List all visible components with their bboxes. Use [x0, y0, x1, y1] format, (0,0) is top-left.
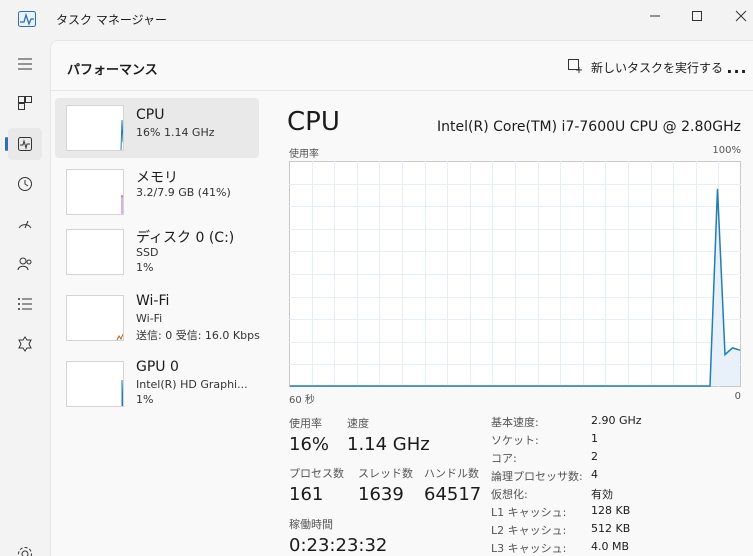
usage-value: 16%	[289, 434, 330, 455]
spec-key: L3 キャッシュ:	[491, 542, 567, 555]
minimize-button[interactable]	[632, 0, 678, 32]
startup-icon[interactable]	[8, 208, 42, 240]
device-name: メモリ	[136, 170, 178, 186]
main-panel: パフォーマンス 新しいタスクを実行する ... CPU 16% 1.14 GHz…	[50, 40, 753, 556]
device-item-cpu[interactable]: CPU 16% 1.14 GHz	[55, 98, 259, 158]
graph-axis-right: 0	[734, 391, 741, 402]
spec-key: コア:	[491, 452, 517, 465]
device-name: GPU 0	[136, 359, 179, 375]
device-detail: SSD	[136, 246, 159, 259]
page-title: パフォーマンス	[67, 63, 158, 78]
uptime-label: 稼働時間	[289, 518, 333, 531]
device-name: CPU	[136, 107, 165, 123]
spec-key: 論理プロセッサ数:	[491, 470, 583, 483]
device-thumbnail	[66, 361, 124, 407]
title-bar: タスク マネージャー	[0, 0, 753, 40]
usage-label: 使用率	[289, 417, 322, 430]
cpu-model: Intel(R) Core(TM) i7-7600U CPU @ 2.80GHz	[437, 119, 741, 135]
graph-axis-left: 60 秒	[289, 395, 315, 406]
device-thumbnail	[66, 169, 124, 215]
device-name: Wi-Fi	[136, 293, 170, 309]
device-detail: Wi-Fi	[136, 312, 163, 325]
spec-key: L1 キャッシュ:	[491, 506, 567, 519]
hamburger-icon[interactable]	[8, 48, 42, 80]
processes-value: 161	[289, 484, 324, 505]
panel-header: パフォーマンス 新しいタスクを実行する ...	[51, 41, 753, 91]
spec-value: 2	[591, 450, 598, 463]
performance-icon[interactable]	[5, 128, 42, 160]
spec-key: ソケット:	[491, 434, 539, 447]
spec-value: 1	[591, 432, 598, 445]
new-task-icon	[567, 58, 583, 77]
processes-icon[interactable]	[8, 87, 42, 119]
speed-value: 1.14 GHz	[347, 434, 430, 455]
device-detail: 3.2/7.9 GB (41%)	[136, 186, 231, 199]
device-thumbnail	[66, 105, 124, 151]
spec-key: 基本速度:	[491, 416, 539, 429]
spec-key: 仮想化:	[491, 488, 528, 501]
users-icon[interactable]	[8, 248, 42, 280]
graph-label-max: 100%	[712, 145, 741, 156]
spec-value: 有効	[591, 488, 613, 501]
uptime-value: 0:23:23:32	[289, 535, 388, 556]
more-options-button[interactable]: ...	[725, 55, 749, 79]
detail-title: CPU	[287, 107, 340, 137]
device-item-disk[interactable]: ディスク 0 (C:) SSD 1%	[55, 223, 259, 283]
handles-value: 64517	[424, 484, 482, 505]
spec-value: 4	[591, 468, 598, 481]
device-thumbnail	[66, 229, 124, 275]
device-item-gpu[interactable]: GPU 0 Intel(R) HD Graphi... 1%	[55, 355, 259, 415]
device-detail-2: 1%	[136, 261, 154, 274]
maximize-button[interactable]	[674, 0, 720, 32]
task-manager-icon	[18, 11, 36, 27]
spec-key: L2 キャッシュ:	[491, 524, 567, 537]
handles-label: ハンドル数	[424, 467, 479, 480]
speed-label: 速度	[347, 417, 369, 430]
close-button[interactable]	[718, 0, 753, 32]
cpu-usage-chart	[289, 161, 741, 387]
threads-value: 1639	[358, 484, 404, 505]
spec-value: 128 KB	[591, 504, 631, 517]
nav-rail	[0, 40, 50, 556]
processes-label: プロセス数	[289, 467, 344, 480]
spec-value: 4.0 MB	[591, 540, 630, 553]
spec-value: 512 KB	[591, 522, 631, 535]
device-thumbnail	[66, 295, 124, 341]
graph-label-usage: 使用率	[289, 149, 319, 160]
app-history-icon[interactable]	[8, 168, 42, 200]
device-detail-2: 送信: 0 受信: 16.0 Kbps	[136, 329, 260, 342]
device-name: ディスク 0 (C:)	[136, 230, 235, 246]
device-item-memory[interactable]: メモリ 3.2/7.9 GB (41%)	[55, 163, 259, 223]
window-title: タスク マネージャー	[56, 13, 167, 27]
device-detail: Intel(R) HD Graphi...	[136, 378, 248, 391]
cpu-usage-graph	[289, 161, 741, 387]
run-new-task-label: 新しいタスクを実行する	[591, 60, 724, 75]
run-new-task-button[interactable]: 新しいタスクを実行する	[563, 55, 727, 79]
details-icon[interactable]	[8, 288, 42, 320]
device-detail-2: 1%	[136, 393, 154, 406]
device-item-wifi[interactable]: Wi-Fi Wi-Fi 送信: 0 受信: 16.0 Kbps	[55, 289, 260, 349]
services-icon[interactable]	[8, 328, 42, 360]
spec-value: 2.90 GHz	[591, 414, 642, 427]
settings-icon[interactable]	[8, 538, 42, 556]
device-detail: 16% 1.14 GHz	[136, 126, 215, 139]
threads-label: スレッド数	[358, 467, 413, 480]
